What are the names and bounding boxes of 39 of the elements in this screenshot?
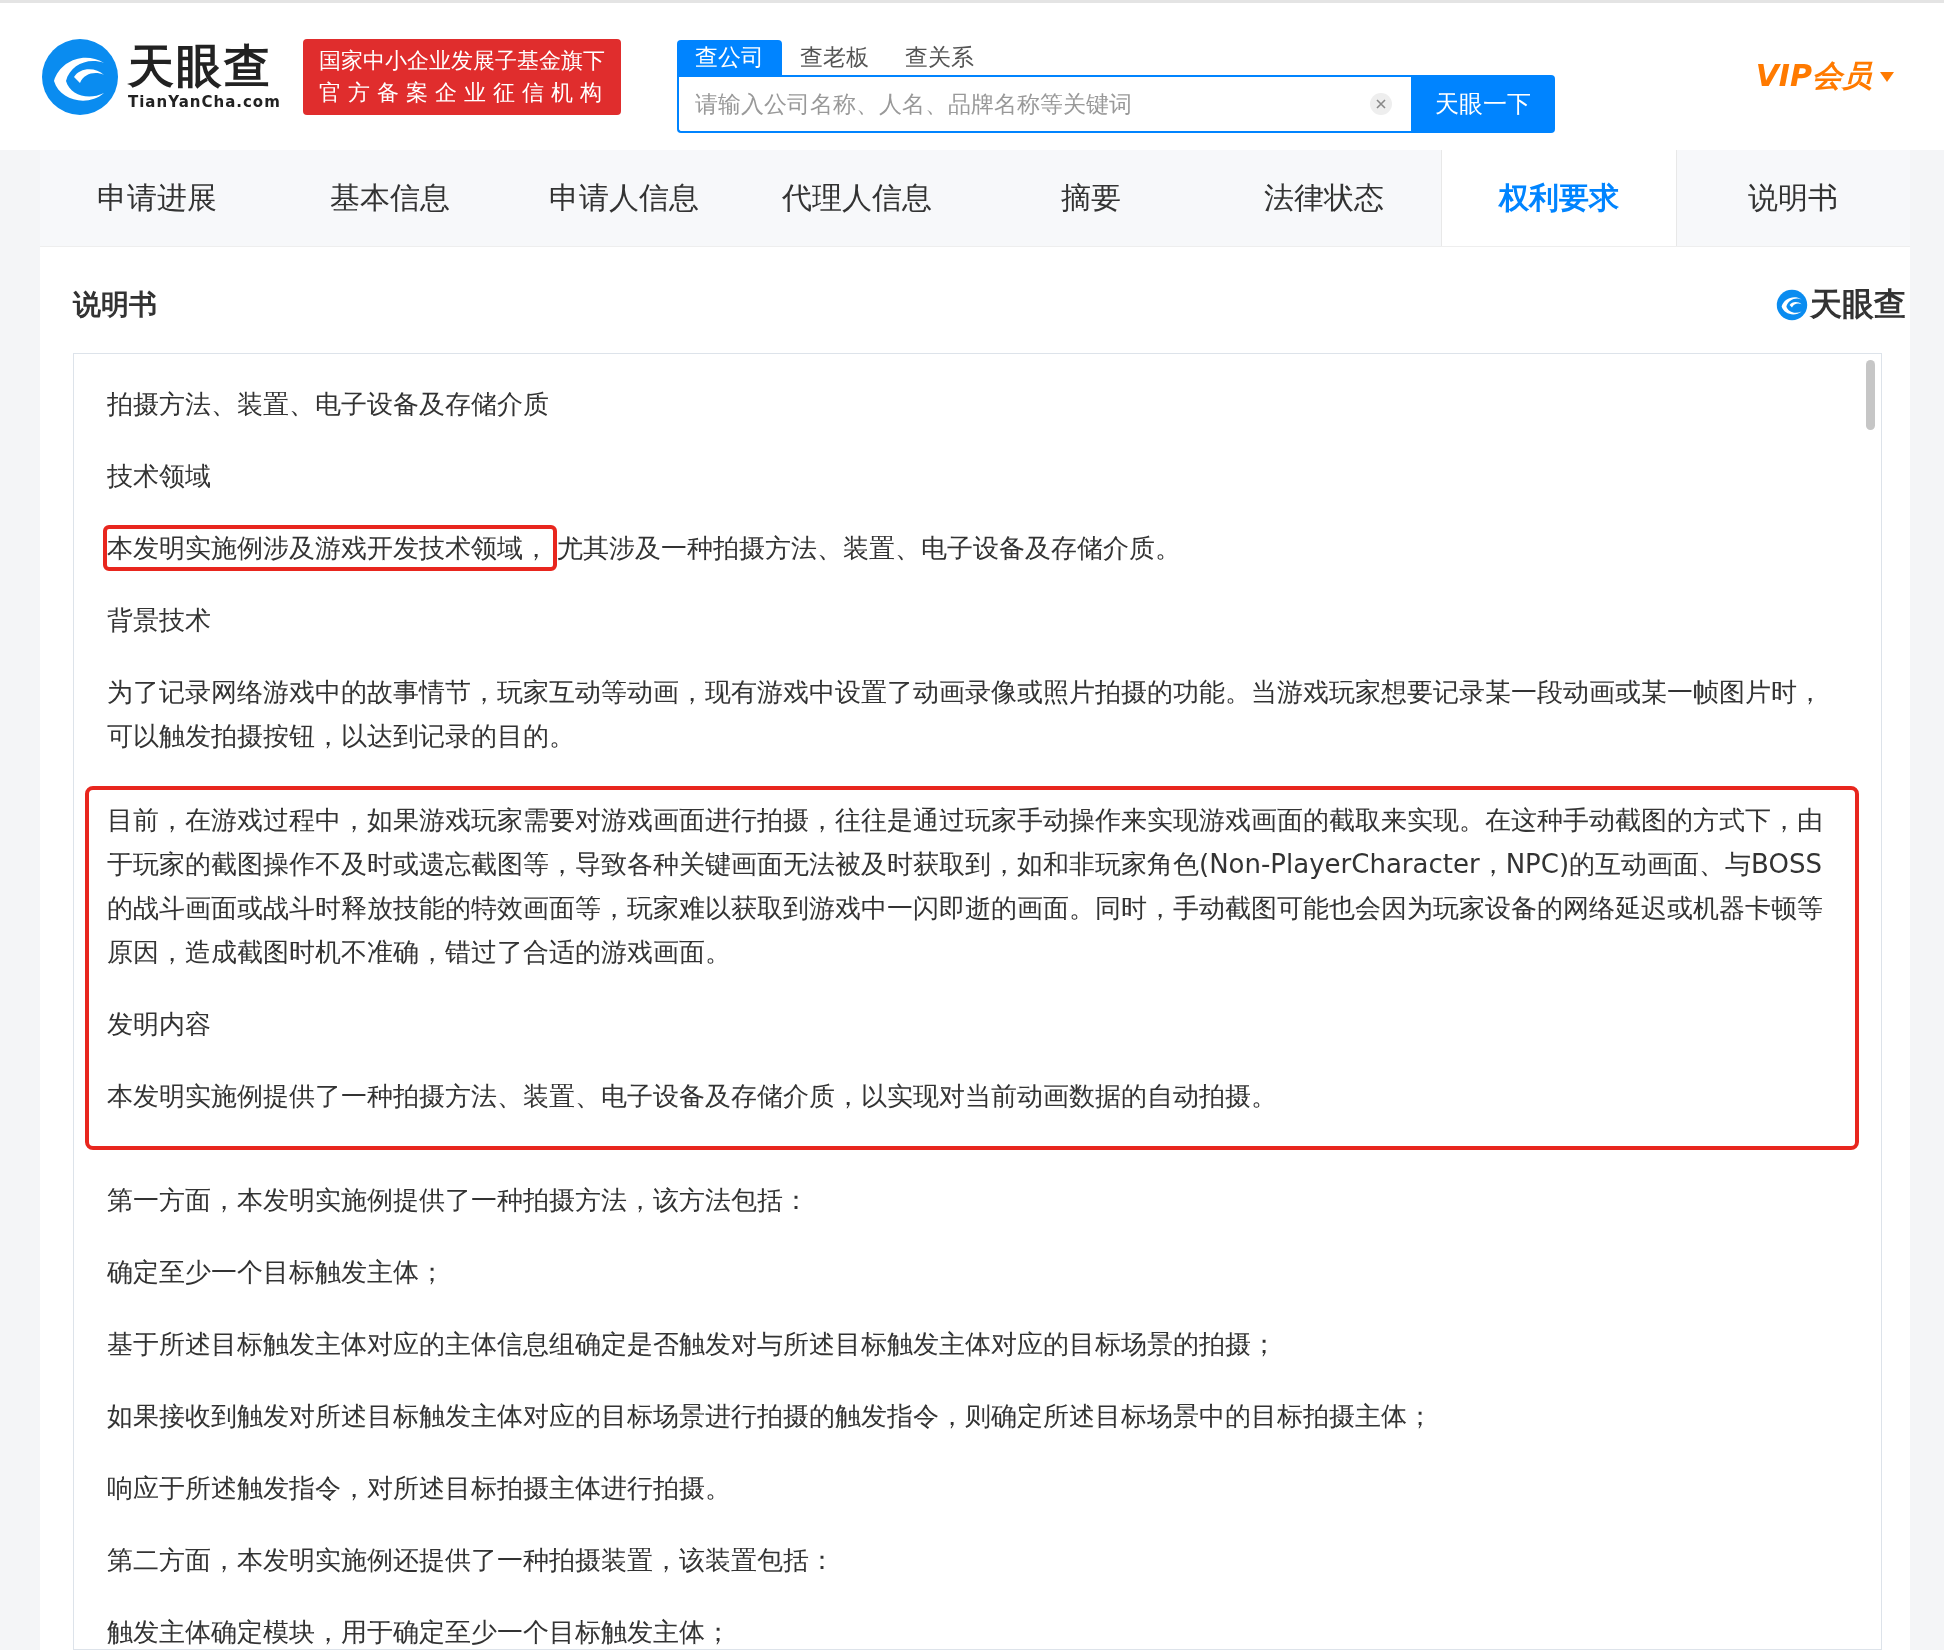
brand-name: 天眼查: [1810, 284, 1906, 325]
badge-text: 国家中小企业发展子基金旗下: [318, 46, 605, 75]
logo-domain: TianYanCha.com: [128, 92, 281, 111]
caret-icon: [1880, 71, 1894, 82]
document-paragraph: 第一方面，本发明实施例提供了一种拍摄方法，该方法包括：: [107, 1184, 810, 1217]
scrollbar-thumb[interactable]: [1866, 360, 1875, 430]
document-paragraph: 确定至少一个目标触发主体；: [107, 1256, 446, 1289]
document-paragraph: 本发明实施例提供了一种拍摄方法、装置、电子设备及存储介质，以实现对当前动画数据的自动拍摄。: [107, 1080, 1278, 1113]
swirl-logo-icon: [40, 36, 120, 117]
nav-tab[interactable]: 说明书: [1676, 150, 1910, 246]
document-paragraph: 背景技术: [107, 604, 212, 637]
search-tab[interactable]: 查关系: [886, 40, 992, 75]
document-paragraph: 拍摄方法、装置、电子设备及存储介质: [107, 388, 550, 421]
document-paragraph: 触发主体确定模块，用于确定至少一个目标触发主体；: [107, 1616, 732, 1649]
search-button[interactable]: 天眼一下: [1410, 75, 1555, 133]
nav-tab[interactable]: 基本信息: [273, 150, 507, 246]
logo-name: 天眼查: [128, 42, 273, 89]
document-paragraph: 第二方面，本发明实施例还提供了一种拍摄装置，该装置包括：: [107, 1544, 836, 1577]
search-field[interactable]: 请输入公司名称、人名、品牌名称等关键词: [676, 75, 1411, 133]
clear-icon[interactable]: [1368, 92, 1393, 116]
document-paragraph: 目前，在游戏过程中，如果游戏玩家需要对游戏画面进行拍摄，往往是通过玩家手动操作来实现游戏画面的截取来实现。在这种手动截图的方式下，由于玩家的截图操作不及时或遗忘截图等，导致各种关键画面无法被及时获取到，如和非玩家角色(Non-PlayerCharacter，NPC)的互动画面、与BOSS的战斗画面或战斗时释放技能的特效画面等，玩家难以获取到游戏中一闪即逝的画面。同时，手动截图可能也会因为玩家设备的网络延迟或机器卡顿等原因，造成截图时机不准确，错过了合适的游戏画面。: [107, 804, 1824, 969]
nav-tab[interactable]: 摘要: [974, 150, 1208, 246]
document-paragraph: 为了记录网络游戏中的故事情节，玩家互动等动画，现有游戏中设置了动画录像或照片拍摄的功能。当游戏玩家想要记录某一段动画或某一帧图片时，可以触发拍摄按钮，以达到记录的目的。: [107, 676, 1824, 753]
nav-tab[interactable]: 权利要求: [1441, 150, 1677, 246]
section-title: 说明书: [73, 287, 157, 323]
document-paragraph: 如果接收到触发对所述目标触发主体对应的目标场景进行拍摄的触发指令，则确定所述目标场景中的目标拍摄主体；: [107, 1400, 1434, 1433]
badge-text: 官 方 备 案 企 业 征 信 机 构: [318, 78, 603, 107]
document-paragraph: 基于所述目标触发主体对应的主体信息组确定是否触发对与所述目标触发主体对应的目标场景的拍摄；: [107, 1328, 1278, 1361]
nav-tab[interactable]: 代理人信息: [740, 150, 974, 246]
document-paragraph: 技术领域: [107, 460, 212, 493]
highlight-frame: 本发明实施例涉及游戏开发技术领域，: [103, 525, 557, 571]
nav-tab[interactable]: 法律状态: [1207, 150, 1441, 246]
document-paragraph: 发明内容: [107, 1008, 212, 1041]
nav-tab[interactable]: 申请人信息: [507, 150, 741, 246]
document-paragraph: 响应于所述触发指令，对所述目标拍摄主体进行拍摄。: [107, 1472, 732, 1505]
nav-tab[interactable]: 申请进展: [40, 150, 274, 246]
search-tab[interactable]: 查老板: [781, 40, 887, 75]
search-tab[interactable]: 查公司: [676, 40, 782, 75]
swirl-logo-icon: [1776, 289, 1808, 321]
